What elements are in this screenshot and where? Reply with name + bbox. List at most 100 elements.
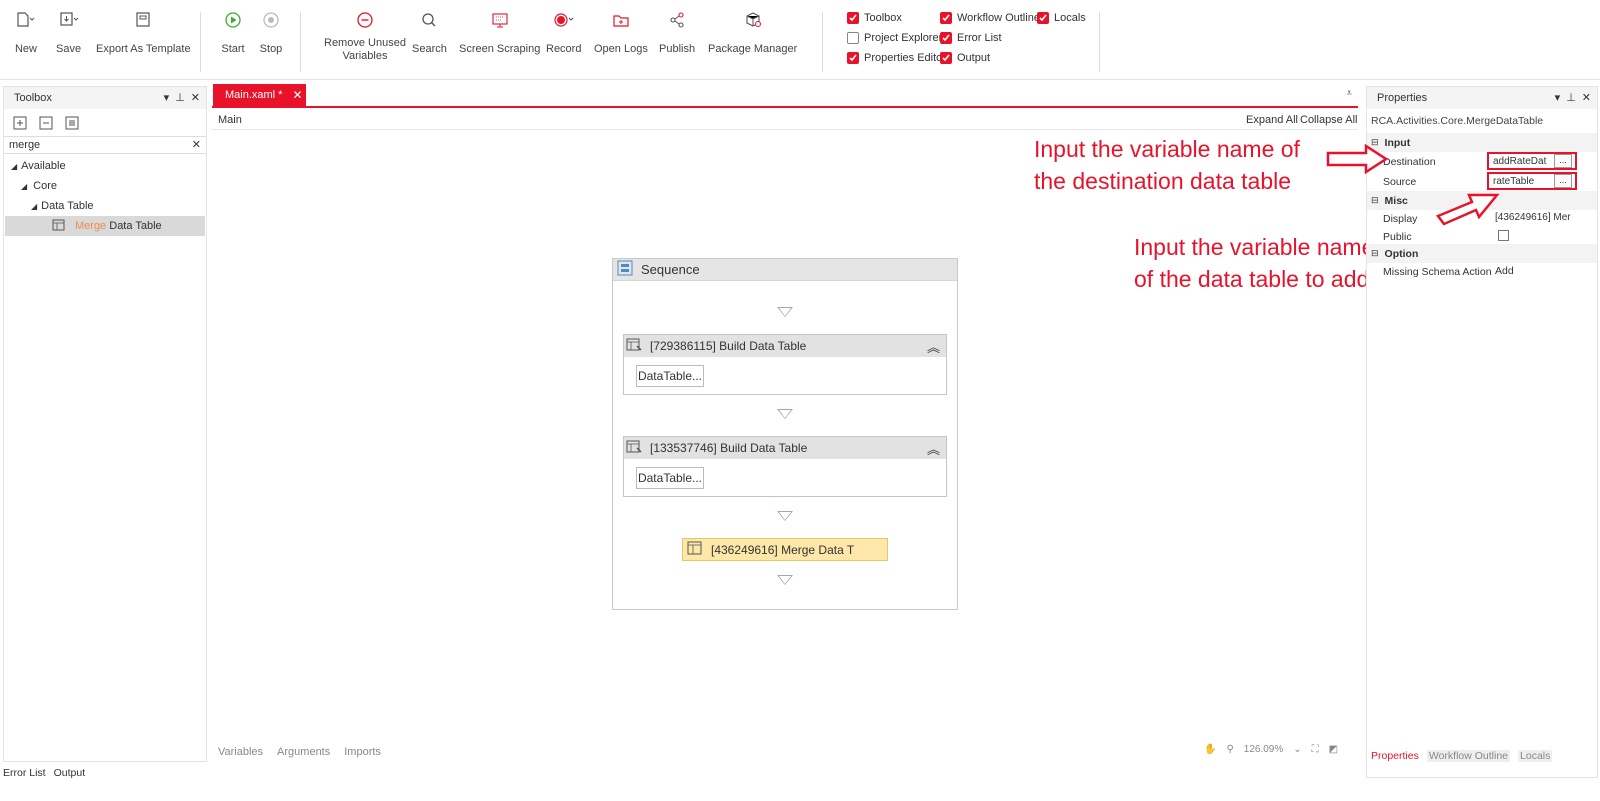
expanded-triangle-icon: ◢ <box>11 161 18 171</box>
tab-properties[interactable]: Properties <box>1371 750 1419 762</box>
bottom-tabs: Error List Output <box>3 767 85 779</box>
breadcrumb-main[interactable]: Main <box>218 114 242 126</box>
section-input[interactable]: ⊟ Input <box>1367 133 1597 152</box>
publish-button[interactable]: Publish <box>659 8 695 56</box>
drop-arrow-icon[interactable] <box>777 307 793 317</box>
tree-node-available[interactable]: ◢ Available <box>4 156 206 176</box>
close-icon[interactable]: ✕ <box>1582 91 1591 104</box>
workflow-outline-checkbox[interactable]: Workflow Outline <box>940 12 1040 24</box>
locals-checkbox[interactable]: Locals <box>1037 12 1086 24</box>
variables-tab[interactable]: Variables <box>218 746 263 758</box>
check-icon <box>847 52 859 64</box>
folder-logs-icon <box>609 8 633 32</box>
error-list-checkbox[interactable]: Error List <box>940 32 1002 44</box>
output-checkbox[interactable]: Output <box>940 52 990 64</box>
export-as-template-button[interactable]: Export As Template <box>96 8 191 56</box>
document-tab-bar: Main.xaml * ✕ ⩡ <box>212 84 1358 108</box>
activity-header: [133537746] Build Data Table ︽ <box>624 437 946 459</box>
datatable-editor-button[interactable]: DataTable... <box>636 467 704 489</box>
project-explorer-checkbox[interactable]: Project Explorer <box>847 32 942 44</box>
template-icon <box>131 8 155 32</box>
pin-icon[interactable]: ⊥ <box>1566 91 1576 104</box>
new-button[interactable]: New <box>14 8 38 56</box>
arguments-tab[interactable]: Arguments <box>277 746 330 758</box>
clear-search-icon[interactable]: ✕ <box>192 138 201 151</box>
tab-workflow-outline[interactable]: Workflow Outline <box>1426 750 1511 762</box>
properties-bottom-tabs: Properties Workflow Outline Locals <box>1367 747 1597 765</box>
section-option[interactable]: ⊟ Option <box>1367 244 1597 263</box>
remove-unused-variables-button[interactable]: Remove Unused Variables <box>324 8 406 63</box>
record-button[interactable]: Record <box>546 8 581 56</box>
drop-arrow-icon[interactable] <box>777 409 793 419</box>
expanded-triangle-icon: ◢ <box>21 181 28 191</box>
expand-all-icon[interactable] <box>12 115 28 134</box>
tree-node-core[interactable]: ◢ Core <box>4 176 206 196</box>
tree-node-data-table[interactable]: ◢ Data Table <box>4 196 206 216</box>
annotation-arrow-right-icon <box>1326 144 1388 174</box>
remove-icon <box>353 8 377 32</box>
dropdown-icon[interactable]: ▾ <box>164 91 170 104</box>
tree-item-merge-data-table[interactable]: Merge Data Table <box>5 216 205 236</box>
collapse-chevron-icon[interactable]: ︽ <box>927 337 940 356</box>
close-tab-icon[interactable]: ✕ <box>292 88 302 102</box>
zoom-search-icon[interactable]: ⚲ <box>1226 744 1233 755</box>
build-data-table-activity-2[interactable]: [133537746] Build Data Table ︽ DataTable… <box>623 436 947 497</box>
pin-icon[interactable]: ⊥ <box>175 91 185 104</box>
destination-expression-button[interactable]: ... <box>1554 154 1572 168</box>
search-icon <box>417 8 441 32</box>
display-name-value[interactable]: [436249616] Mer <box>1495 212 1571 223</box>
drop-arrow-icon[interactable] <box>777 575 793 585</box>
datatable-editor-button[interactable]: DataTable... <box>636 365 704 387</box>
zoom-dropdown-icon[interactable]: ⌄ <box>1293 744 1301 755</box>
search-button[interactable]: Search <box>412 8 447 56</box>
drop-arrow-icon[interactable] <box>777 511 793 521</box>
list-view-icon[interactable] <box>64 115 80 134</box>
annotation-arrow-up-right-icon <box>1436 193 1500 226</box>
save-button[interactable]: Save <box>56 8 81 56</box>
designer-canvas: Sequence [729386115] Build Data Table ︽ … <box>214 132 1356 744</box>
expand-all-link[interactable]: Expand All <box>1246 114 1298 126</box>
toolbox-search-input[interactable]: merge ✕ <box>4 136 206 154</box>
activity-header: [729386115] Build Data Table ︽ <box>624 335 946 357</box>
output-tab[interactable]: Output <box>54 767 86 779</box>
toolbox-checkbox[interactable]: Toolbox <box>847 12 902 24</box>
collapse-all-link[interactable]: Collapse All <box>1300 114 1357 126</box>
play-icon <box>221 8 245 32</box>
stop-icon <box>259 8 283 32</box>
tab-overflow-icon[interactable]: ⩡ <box>1346 88 1352 99</box>
public-checkbox[interactable] <box>1498 230 1509 241</box>
zoom-level[interactable]: 126.09% <box>1244 744 1283 755</box>
check-icon <box>940 12 952 24</box>
overview-map-icon[interactable]: ◩ <box>1329 744 1338 755</box>
package-manager-button[interactable]: Package Manager <box>708 8 797 56</box>
source-expression-button[interactable]: ... <box>1554 174 1572 188</box>
stop-button[interactable]: Stop <box>259 8 283 56</box>
dropdown-icon[interactable]: ▾ <box>1555 91 1561 104</box>
collapse-all-icon[interactable] <box>38 115 54 134</box>
tab-main-xaml[interactable]: Main.xaml * ✕ <box>213 84 306 106</box>
hand-pan-icon[interactable]: ✋ <box>1204 744 1216 755</box>
imports-tab[interactable]: Imports <box>344 746 381 758</box>
ribbon-separator <box>822 12 823 72</box>
properties-type: RCA.Activities.Core.MergeDataTable <box>1371 115 1544 127</box>
designer-bottom-tabs: Variables Arguments Imports <box>218 746 381 758</box>
missing-schema-value[interactable]: Add <box>1495 265 1514 277</box>
collapse-chevron-icon[interactable]: ︽ <box>927 439 940 458</box>
tab-locals[interactable]: Locals <box>1518 750 1553 762</box>
start-button[interactable]: Start <box>221 8 245 56</box>
build-table-icon <box>626 440 642 457</box>
build-data-table-activity-1[interactable]: [729386115] Build Data Table ︽ DataTable… <box>623 334 947 395</box>
open-logs-button[interactable]: Open Logs <box>594 8 648 56</box>
screen-scraping-button[interactable]: Screen Scraping <box>459 8 540 56</box>
table-icon <box>687 541 703 558</box>
error-list-tab[interactable]: Error List <box>3 767 46 779</box>
fit-to-screen-icon[interactable]: ⛶ <box>1312 744 1319 755</box>
sequence-icon <box>617 260 633 279</box>
sequence-container[interactable]: Sequence [729386115] Build Data Table ︽ … <box>612 258 958 610</box>
properties-title: Properties <box>1377 92 1428 104</box>
properties-editor-checkbox[interactable]: Properties Editor <box>847 52 946 64</box>
merge-data-table-activity[interactable]: [436249616] Merge Data T <box>682 538 888 561</box>
screen-scraping-icon <box>488 8 512 32</box>
annotation-destination: Input the variable name of the destinati… <box>1034 136 1300 194</box>
close-icon[interactable]: ✕ <box>191 91 200 104</box>
